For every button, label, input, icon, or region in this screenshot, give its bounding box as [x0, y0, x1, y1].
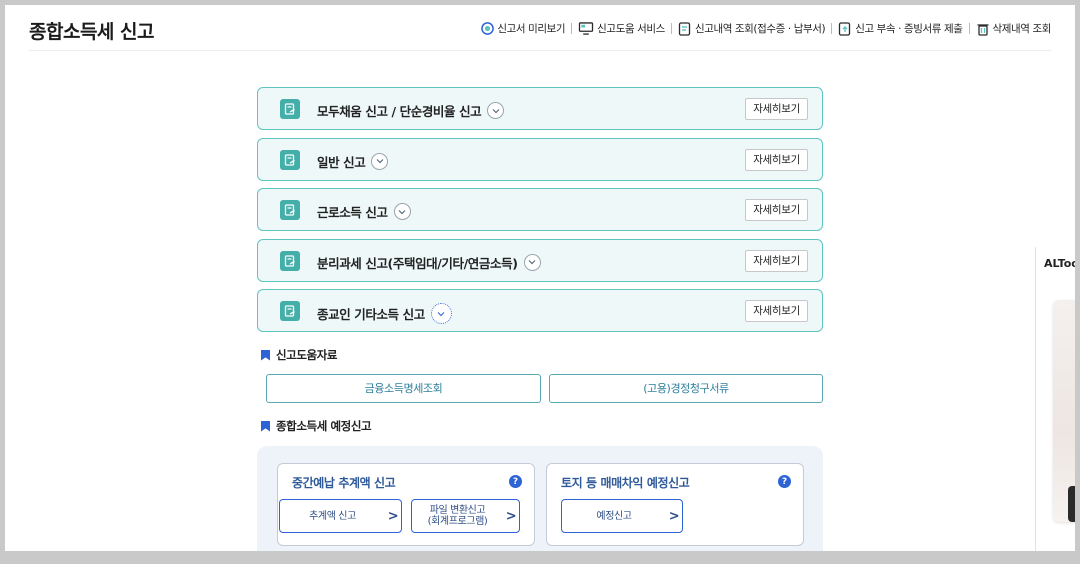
link-deleted-history[interactable]: 삭제내역 조회	[976, 21, 1052, 36]
side-panel-button[interactable]	[1068, 486, 1075, 522]
estimate-section-title: 종합소득세 예정신고	[261, 418, 372, 434]
chevron-down-icon[interactable]	[371, 152, 389, 170]
detail-button[interactable]: 자세히보기	[745, 249, 808, 272]
browser-viewport: 종합소득세 신고 신고서 미리보기 신고도움 서비스 신고내역 조회(접수증 ·…	[0, 0, 1080, 564]
link-help-service[interactable]: 신고도움 서비스	[578, 21, 665, 36]
chevron-down-icon[interactable]	[393, 203, 411, 220]
detail-button[interactable]: 자세히보기	[745, 300, 808, 322]
interim-prepayment-box: 중간예납 추계액 신고 ? 추계액 신고 > 파일 변환신고 (회계프로그램) …	[277, 463, 535, 546]
link-attachments[interactable]: 신고 부속 · 증빙서류 제출	[838, 21, 963, 36]
side-panel-title: ALTools	[1044, 257, 1079, 270]
side-panel-card	[1053, 300, 1075, 522]
detail-button[interactable]: 자세히보기	[745, 148, 808, 171]
card-label: 근로소득 신고	[317, 202, 411, 221]
chevron-down-icon[interactable]	[487, 102, 505, 119]
filing-doc-icon	[280, 250, 300, 271]
link-label: 신고도움 서비스	[597, 23, 665, 35]
link-preview-return[interactable]: 신고서 미리보기	[481, 21, 566, 36]
document-search-icon	[678, 21, 691, 36]
divider	[571, 23, 573, 34]
monitor-icon	[579, 22, 594, 35]
chevron-right-icon: >	[668, 508, 680, 524]
document-upload-icon	[839, 21, 851, 36]
card-religious-income-filing[interactable]: 종교인 기타소득 신고 자세히보기	[257, 289, 823, 332]
help-question-icon[interactable]: ?	[509, 475, 522, 488]
altools-side-panel[interactable]: ALTools	[1035, 247, 1079, 551]
card-label: 분리과세 신고(주택임대/기타/연금소득)	[317, 253, 541, 272]
card-label: 일반 신고	[317, 152, 389, 171]
help-section-title: 신고도움자료	[261, 347, 337, 363]
link-label: 신고내역 조회(접수증 · 납부서)	[694, 23, 826, 35]
link-history[interactable]: 신고내역 조회(접수증 · 납부서)	[678, 21, 826, 36]
financial-income-lookup-button[interactable]: 금융소득명세조회	[266, 374, 541, 403]
estimate-panel: 중간예납 추계액 신고 ? 추계액 신고 > 파일 변환신고 (회계프로그램) …	[257, 446, 823, 551]
page-header: 종합소득세 신고 신고서 미리보기 신고도움 서비스 신고내역 조회(접수증 ·…	[29, 13, 1051, 51]
preview-icon	[481, 22, 495, 35]
filing-doc-icon	[280, 301, 300, 321]
bookmark-icon	[261, 420, 270, 432]
divider	[968, 23, 970, 34]
estimate-filing-button[interactable]: 예정신고 >	[561, 499, 683, 533]
filing-type-list: 모두채움 신고 / 단순경비율 신고 자세히보기 일반 신고 자세히보기 근로소…	[257, 87, 823, 340]
card-simple-filing[interactable]: 모두채움 신고 / 단순경비율 신고 자세히보기	[257, 87, 823, 130]
filing-doc-icon	[280, 149, 300, 170]
box-title: 토지 등 매매차익 예정신고	[561, 476, 690, 490]
detail-button[interactable]: 자세히보기	[745, 98, 808, 120]
bookmark-icon	[261, 349, 270, 361]
filing-doc-icon	[280, 99, 300, 119]
card-separate-tax-filing[interactable]: 분리과세 신고(주택임대/기타/연금소득) 자세히보기	[257, 238, 823, 282]
chevron-right-icon: >	[505, 508, 517, 524]
chevron-down-icon[interactable]	[430, 303, 452, 324]
link-label: 신고 부속 · 증빙서류 제출	[855, 23, 963, 35]
chevron-down-icon[interactable]	[523, 253, 541, 271]
trash-icon	[977, 23, 988, 36]
link-label: 신고서 미리보기	[497, 23, 566, 35]
employment-claim-docs-button[interactable]: (고용)경정청구서류	[549, 374, 823, 403]
filing-doc-icon	[280, 200, 300, 220]
chevron-right-icon: >	[387, 508, 399, 524]
top-links-bar: 신고서 미리보기 신고도움 서비스 신고내역 조회(접수증 · 납부서) 신고 …	[481, 21, 1051, 36]
divider	[831, 23, 833, 34]
land-sale-estimate-box: 토지 등 매매차익 예정신고 ? 예정신고 >	[546, 463, 804, 546]
card-label: 종교인 기타소득 신고	[317, 303, 452, 324]
help-question-icon[interactable]: ?	[778, 475, 791, 488]
divider	[670, 23, 672, 34]
card-general-filing[interactable]: 일반 신고 자세히보기	[257, 137, 823, 181]
page-title: 종합소득세 신고	[29, 21, 154, 43]
box-title: 중간예납 추계액 신고	[292, 476, 396, 490]
link-label: 삭제내역 조회	[992, 23, 1052, 35]
estimated-amount-filing-button[interactable]: 추계액 신고 >	[279, 499, 402, 533]
file-conversion-filing-button[interactable]: 파일 변환신고 (회계프로그램) >	[411, 499, 520, 533]
card-label: 모두채움 신고 / 단순경비율 신고	[317, 101, 505, 120]
detail-button[interactable]: 자세히보기	[745, 199, 808, 221]
card-earned-income-filing[interactable]: 근로소득 신고 자세히보기	[257, 188, 823, 231]
